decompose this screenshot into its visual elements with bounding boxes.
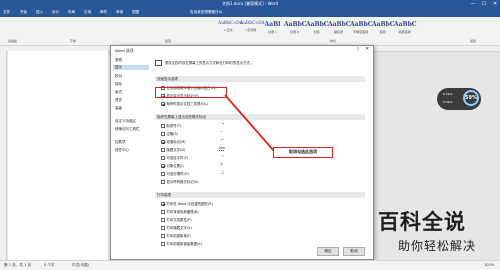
watermark-title: 百科全说 — [378, 210, 466, 234]
annotation-callout: 取消勾选此选项 — [273, 147, 333, 158]
download-speed: 0.3K/s — [443, 100, 453, 104]
watermark-subtitle: 助你轻松解决 — [398, 239, 477, 253]
watermark-logo: 百科全说 助你轻松解决 — [370, 206, 498, 266]
upload-speed: 0.2K/s — [443, 92, 453, 96]
page-count[interactable]: 第 1 页，共 1 页 — [4, 263, 31, 268]
network-gauge[interactable]: 0.2K/s 0.3K/s 59% — [437, 88, 481, 110]
word-count[interactable]: 0 个字 — [44, 263, 55, 268]
arrow-line — [224, 94, 275, 152]
language-indicator[interactable]: 中文(中国) — [72, 263, 89, 268]
gauge-percent: 59% — [463, 90, 479, 106]
